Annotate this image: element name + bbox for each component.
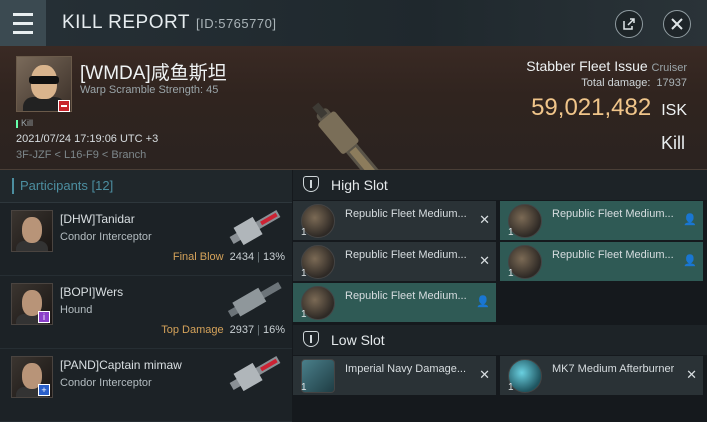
module-name: MK7 Medium Afterburner [552,363,675,375]
participant-ship-image [229,356,281,392]
kill-location[interactable]: 3F-JZF < L16-F9 < Branch [16,149,146,161]
module-item[interactable]: 1 Republic Fleet Medium... 👤 [293,283,496,322]
close-button[interactable] [663,10,691,38]
close-icon [671,18,683,30]
isk-value: 59,021,482 ISK [531,94,687,122]
participant-damage: Top Damage 2937 | 16% [161,324,285,336]
share-icon [623,18,635,30]
module-name: Republic Fleet Medium... [552,208,674,220]
low-slot-icon [303,331,319,347]
kill-datetime: 2021/07/24 17:19:06 UTC +3 [16,133,159,145]
fitting-panel: High Slot 1 Republic Fleet Medium... ✕ 1… [293,170,707,407]
dropped-person-icon: 👤 [683,214,697,226]
participant-name: [PAND]Captain mimaw [60,358,182,372]
share-button[interactable] [615,10,643,38]
participants-panel: Participants [12] [DHW]Tanidar Condor In… [0,170,292,422]
module-qty: 1 [508,268,514,279]
module-qty: 1 [301,268,307,279]
participants-header[interactable]: Participants [12] [0,170,292,203]
isk-unit: ISK [661,102,687,119]
module-qty: 1 [301,382,307,393]
total-damage-label: Total damage: [581,77,651,89]
module-name: Imperial Navy Damage... [345,363,467,375]
warp-scramble-strength: Warp Scramble Strength: 45 [80,84,219,96]
participant-damage-percent: 13% [262,251,285,263]
menu-button[interactable] [0,0,46,46]
total-damage: Total damage: 17937 [581,77,687,89]
module-item[interactable]: 1 Republic Fleet Medium... ✕ [293,242,496,281]
participant-ship-image [229,210,281,246]
module-qty: 1 [301,309,307,320]
module-item[interactable]: 1 MK7 Medium Afterburner ✕ [500,356,703,395]
module-qty: 1 [301,227,307,238]
destroyed-icon: ✕ [479,212,490,227]
dropped-person-icon: 👤 [683,255,697,267]
module-qty: 1 [508,382,514,393]
module-name: Republic Fleet Medium... [345,290,467,302]
corp-badge-icon [58,100,70,112]
participant-ship: Hound [60,304,93,316]
participant-damage-value: 2434 [229,251,255,263]
low-slot-header: Low Slot [293,325,707,355]
kill-id: [ID:5765770] [196,16,277,31]
high-slot-label: High Slot [331,177,388,193]
participant-row[interactable]: i [BOPI]Wers Hound Top Damage 2937 | 16% [0,276,292,349]
dropped-person-icon: 👤 [476,296,490,308]
module-name: Republic Fleet Medium... [345,249,467,261]
low-slot-label: Low Slot [331,332,385,348]
module-item[interactable]: 1 Imperial Navy Damage... ✕ [293,356,496,395]
victim-summary: [WMDA]咸鱼斯坦 Warp Scramble Strength: 45 Ki… [0,46,707,199]
destroyed-icon: ✕ [686,367,697,382]
participant-ship-image [227,282,282,318]
participant-tag: Final Blow [172,251,224,263]
info-badge-icon: i [38,311,50,323]
destroyed-icon: ✕ [479,253,490,268]
participant-tag: Top Damage [161,324,224,336]
victim-ship-name[interactable]: Stabber Fleet Issue Cruiser [526,58,687,74]
participant-row[interactable]: [DHW]Tanidar Condor Interceptor Final Bl… [0,203,292,276]
total-damage-value: 17937 [656,77,687,89]
ship-name-text: Stabber Fleet Issue [526,58,648,74]
kill-report-header: KILL REPORT [ID:5765770] [0,0,707,47]
high-slot-header: High Slot [293,170,707,200]
participant-damage: Final Blow 2434 | 13% [172,251,285,263]
page-title: KILL REPORT [ID:5765770] [62,12,276,34]
hamburger-icon [13,10,33,37]
participant-name: [BOPI]Wers [60,285,124,299]
participant-name: [DHW]Tanidar [60,212,135,226]
kill-type-label: Kill [660,133,685,153]
participant-row[interactable]: + [PAND]Captain mimaw Condor Interceptor [0,349,292,422]
participant-avatar[interactable] [11,210,53,252]
participant-ship: Condor Interceptor [60,377,152,389]
participant-damage-value: 2937 [229,324,255,336]
page-title-text: KILL REPORT [62,12,190,33]
destroyed-icon: ✕ [479,367,490,382]
participant-damage-percent: 16% [262,324,285,336]
isk-amount: 59,021,482 [531,94,652,121]
module-name: Republic Fleet Medium... [345,208,467,220]
participant-ship: Condor Interceptor [60,231,152,243]
module-item[interactable]: 1 Republic Fleet Medium... 👤 [500,242,703,281]
ship-class: Cruiser [651,62,687,74]
kill-tag: Kill [16,118,33,128]
module-item[interactable]: 1 Republic Fleet Medium... ✕ [293,201,496,240]
victim-name[interactable]: [WMDA]咸鱼斯坦 [80,58,227,85]
module-name: Republic Fleet Medium... [552,249,674,261]
plus-badge-icon: + [38,384,50,396]
high-slot-icon [303,176,319,192]
module-qty: 1 [508,227,514,238]
module-item[interactable]: 1 Republic Fleet Medium... 👤 [500,201,703,240]
participants-title: Participants [12] [20,178,114,193]
